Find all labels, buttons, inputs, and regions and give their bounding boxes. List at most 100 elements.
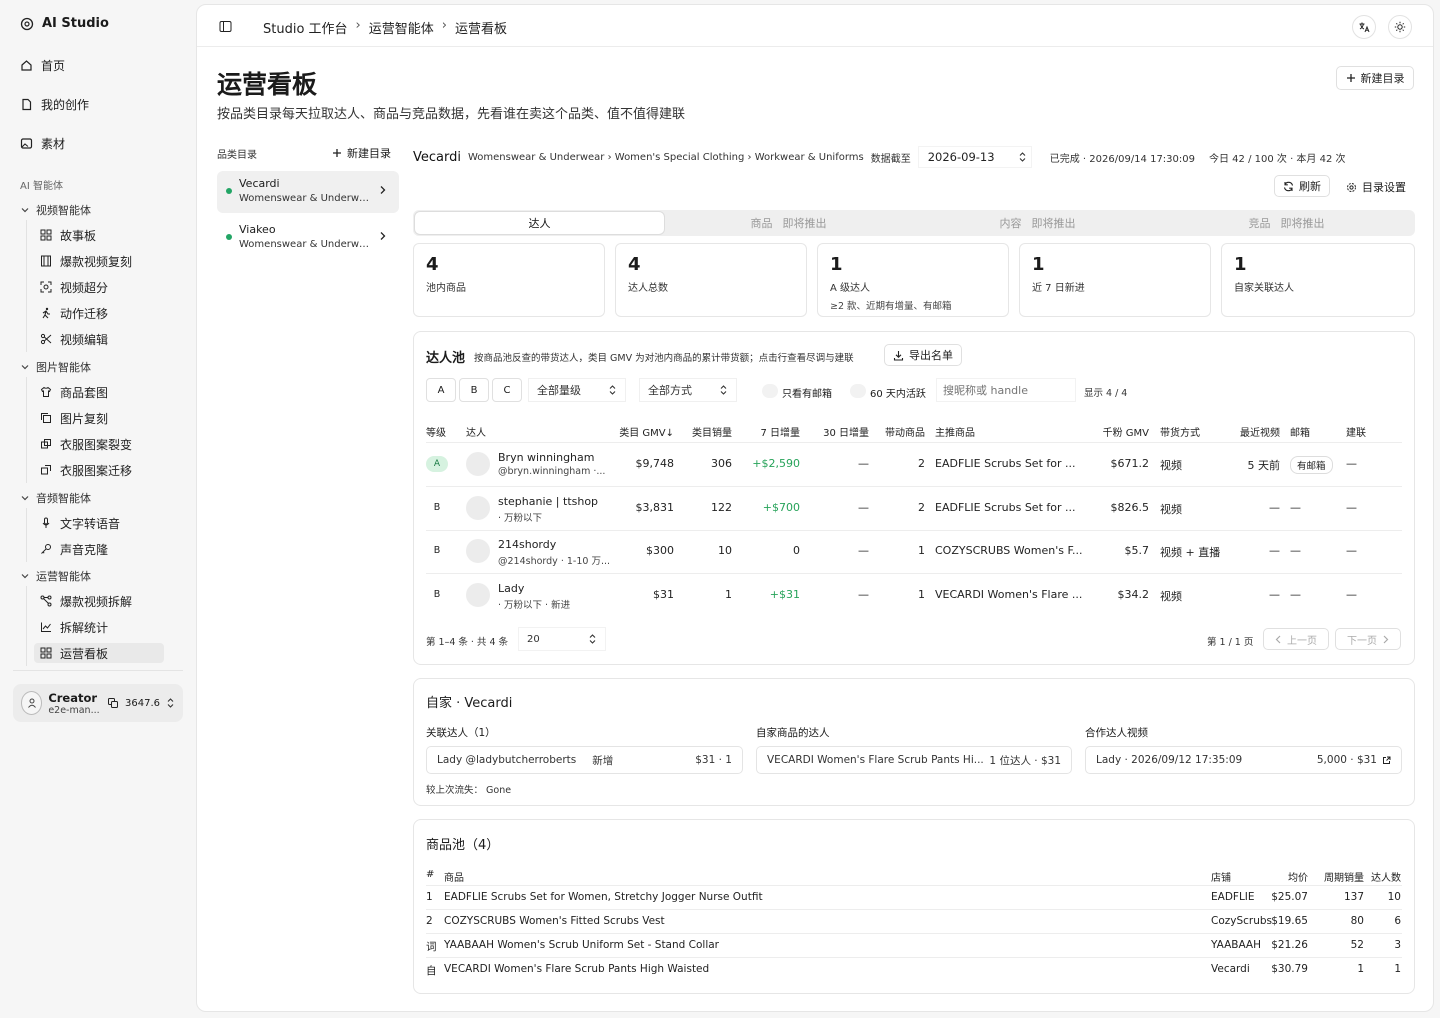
kol-name[interactable]: Bryn winningham	[498, 451, 594, 464]
nav-home[interactable]: 首页	[20, 57, 65, 74]
breadcrumb-item[interactable]: Studio 工作台	[263, 18, 348, 37]
sidebar-toggle-icon[interactable]	[219, 20, 232, 33]
chevron-updown-icon	[588, 633, 597, 645]
email-only-toggle[interactable]	[762, 384, 778, 398]
breadcrumb-item[interactable]: 运营智能体	[369, 18, 434, 37]
cell-contact[interactable]: —	[1346, 588, 1357, 601]
page-size-select[interactable]: 20	[518, 627, 606, 651]
nav-my-works[interactable]: 我的创作	[20, 96, 89, 113]
cell-email: —	[1290, 544, 1301, 557]
cell-items: 2	[918, 457, 925, 470]
nav-product-set[interactable]: 商品套图	[34, 382, 164, 402]
refresh-label: 刷新	[1299, 180, 1321, 193]
grade-filter-a[interactable]: A	[426, 378, 456, 402]
stat-value: 4	[628, 254, 641, 275]
date-select[interactable]: 2026-09-13	[917, 146, 1032, 168]
sync-status: 已完成 · 2026/09/14 17:30:09	[1049, 153, 1195, 165]
shirt-icon	[40, 386, 52, 398]
cell-idx: 自	[426, 965, 437, 977]
cell-contact[interactable]: —	[1346, 501, 1357, 514]
user-menu[interactable]: Creator e2e-man... 3647.6	[13, 684, 183, 722]
catalog-item-path: Womenswear & Underwe...	[239, 239, 374, 250]
export-list-button[interactable]: 导出名单	[884, 344, 962, 366]
film-icon	[40, 255, 52, 267]
own-product-item[interactable]: VECARDI Women's Flare Scrub Pants Hi... …	[756, 746, 1072, 774]
nav-video-edit[interactable]: 视频编辑	[34, 329, 164, 349]
table-header-divider	[426, 885, 1402, 886]
nav-image-replicate[interactable]: 图片复刻	[34, 408, 164, 428]
kol-name[interactable]: 214shordy	[498, 538, 556, 551]
nav-storyboard[interactable]: 故事板	[34, 225, 164, 245]
level-select[interactable]: 全部量级	[528, 378, 626, 402]
row-divider	[426, 529, 1402, 531]
catalog-new-button[interactable]: 新建目录	[332, 145, 391, 161]
prev-page-button[interactable]: 上一页	[1263, 628, 1329, 650]
dashboard-icon	[40, 647, 52, 659]
nav-viral-replicate[interactable]: 爆款视频复刻	[34, 251, 164, 271]
cell-price: $25.07	[1271, 891, 1308, 903]
nav-viral-breakdown[interactable]: 爆款视频拆解	[34, 591, 164, 611]
nav-pattern-fission[interactable]: 衣服图案裂变	[34, 434, 164, 454]
chevron-down-icon	[20, 205, 30, 215]
own-product-name: VECARDI Women's Flare Scrub Pants Hi...	[767, 754, 984, 766]
cell-contact[interactable]: —	[1346, 457, 1357, 470]
next-page-button[interactable]: 下一页	[1335, 628, 1401, 650]
nav-voice-clone-label: 声音克隆	[60, 542, 109, 557]
user-icon	[21, 691, 43, 715]
nav-assets[interactable]: 素材	[20, 135, 65, 152]
group-video[interactable]: 视频智能体	[20, 202, 91, 218]
mode-select[interactable]: 全部方式	[639, 378, 737, 402]
nav-video-upscale[interactable]: 视频超分	[34, 277, 164, 297]
nav-tts[interactable]: 文字转语音	[34, 513, 164, 533]
status-dot	[226, 234, 232, 240]
refresh-button[interactable]: 刷新	[1274, 175, 1330, 197]
tab-products[interactable]: 商品 即将推出	[664, 212, 913, 234]
chevron-updown-icon	[608, 384, 617, 396]
column-header: 30 日增量	[823, 428, 869, 439]
grade-filter-c[interactable]: C	[492, 378, 522, 402]
tab-kols[interactable]: 达人	[415, 212, 664, 234]
active-60d-toggle[interactable]	[850, 384, 866, 398]
nav-voice-clone[interactable]: 声音克隆	[34, 539, 164, 559]
theme-button[interactable]	[1388, 15, 1412, 39]
column-header: 均价	[1288, 873, 1308, 884]
running-icon	[40, 307, 52, 319]
catalog-item-viakeo[interactable]: Viakeo Womenswear & Underwe...	[217, 217, 399, 259]
tab-competitors[interactable]: 竞品 即将推出	[1162, 212, 1411, 234]
sun-icon	[1394, 21, 1406, 33]
group-audio-label: 音频智能体	[36, 492, 91, 505]
app-brand[interactable]: AI Studio	[20, 16, 109, 31]
kol-name[interactable]: Lady	[498, 582, 524, 595]
status-dot	[226, 188, 232, 194]
grade-filter-b[interactable]: B	[459, 378, 489, 402]
nav-pattern-transfer[interactable]: 衣服图案迁移	[34, 460, 164, 480]
cell-sales: 306	[711, 457, 732, 470]
column-header: 带动商品	[885, 428, 925, 439]
cell-recent-video: —	[1269, 587, 1280, 601]
language-button[interactable]	[1352, 15, 1376, 39]
collab-video-item[interactable]: Lady · 2026/09/12 17:35:09 5,000 · $31	[1085, 746, 1402, 774]
email-badge: 有邮箱	[1290, 456, 1333, 474]
new-directory-button[interactable]: 新建目录	[1336, 66, 1414, 90]
tab-content[interactable]: 内容 即将推出	[913, 212, 1162, 234]
column-header: 邮箱	[1290, 428, 1310, 439]
breadcrumb-separator: ›	[355, 18, 361, 33]
group-image[interactable]: 图片智能体	[20, 359, 91, 375]
tab-tag: 即将推出	[1280, 217, 1325, 230]
nav-motion-transfer[interactable]: 动作迁移	[34, 303, 164, 323]
catalog-settings-button[interactable]: 目录设置	[1346, 179, 1406, 195]
group-audio[interactable]: 音频智能体	[20, 490, 91, 506]
catalog-item-vecardi[interactable]: Vecardi Womenswear & Underwe...	[217, 171, 399, 213]
cell-recent-video: —	[1269, 544, 1280, 557]
group-operations[interactable]: 运营智能体	[20, 568, 91, 584]
row-divider	[426, 957, 1402, 958]
cell-d30: —	[858, 500, 869, 514]
kol-name[interactable]: stephanie | ttshop	[498, 495, 598, 508]
nav-ops-dashboard[interactable]: 运营看板	[34, 643, 164, 663]
cell-gmv: $31	[653, 587, 674, 601]
cell-contact[interactable]: —	[1346, 544, 1357, 557]
nav-breakdown-stats[interactable]: 拆解统计	[34, 617, 164, 637]
linked-kol-item[interactable]: Lady @ladybutcherroberts 新增 $31 · 1	[426, 746, 743, 774]
kol-search-input[interactable]	[936, 378, 1076, 402]
app-name: AI Studio	[42, 16, 109, 31]
